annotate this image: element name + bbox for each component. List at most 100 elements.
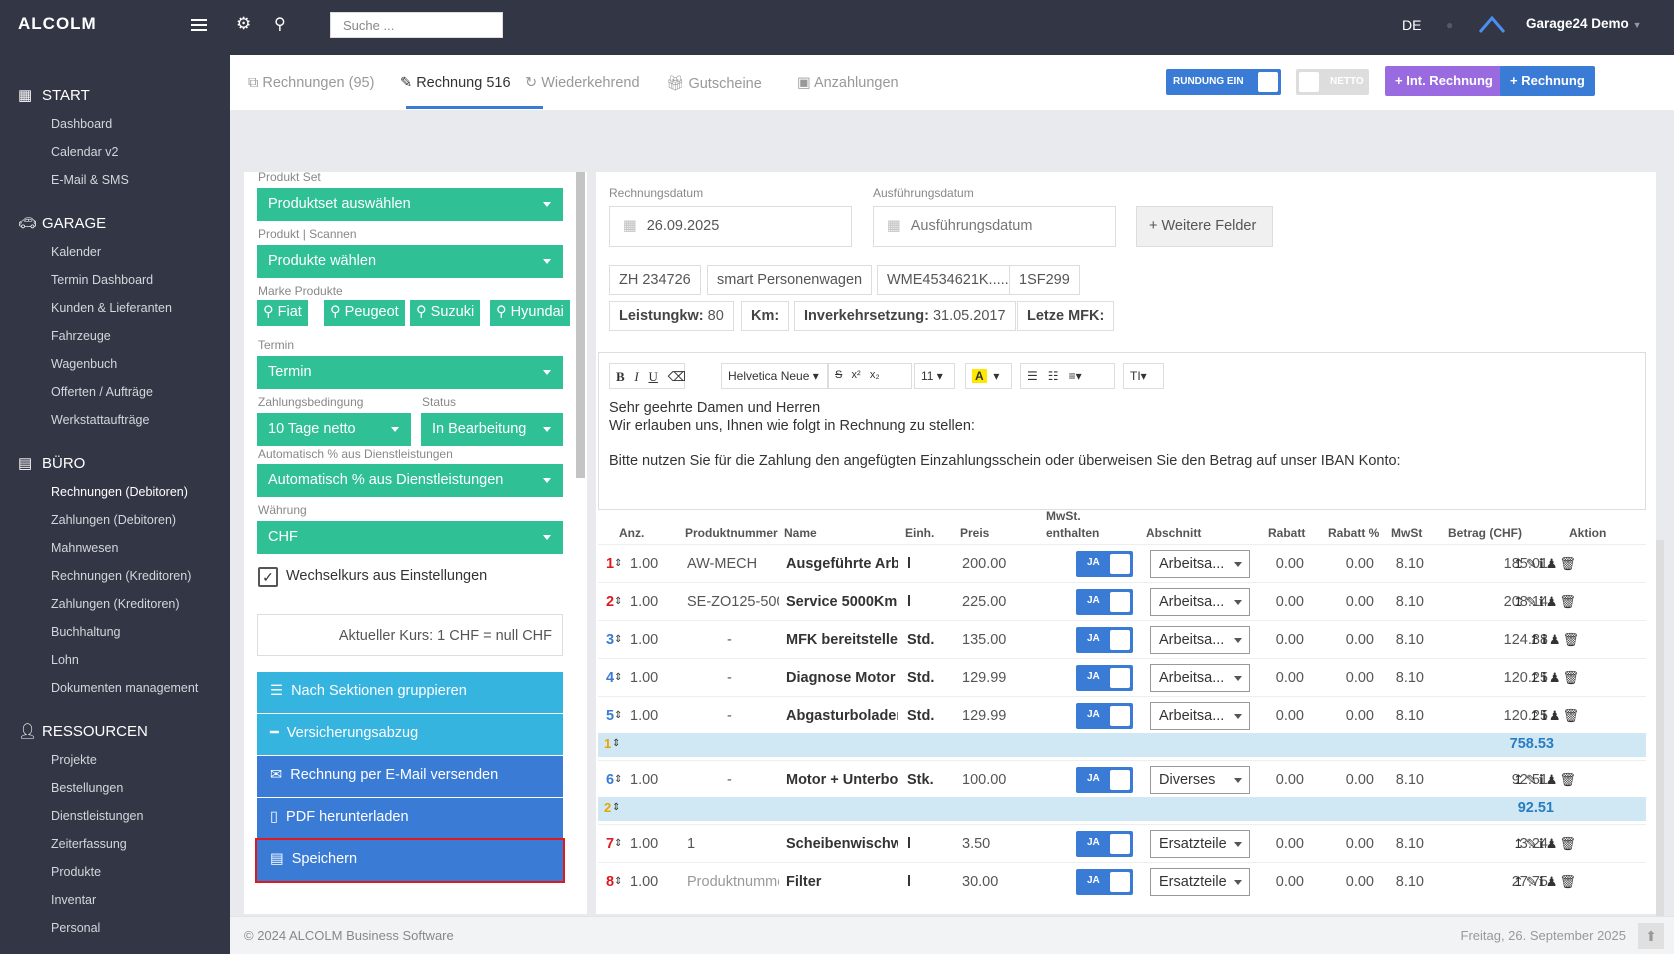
cell-rabatt-prozent[interactable]: 0.00: [1328, 594, 1374, 610]
trash-icon[interactable]: 🗑︎: [1559, 594, 1578, 609]
language-selector[interactable]: DE: [1402, 17, 1421, 33]
numbered-list-icon[interactable]: ☷: [1048, 369, 1059, 383]
left-panel-scrollbar[interactable]: [576, 172, 585, 478]
sidebar-item[interactable]: Rechnungen (Kreditoren): [0, 562, 230, 590]
produkte-select[interactable]: Produkte wählen: [257, 245, 563, 278]
font-size-select[interactable]: 11 ▾: [914, 363, 955, 389]
cell-mwst[interactable]: 8.10: [1374, 670, 1424, 686]
sidebar-item[interactable]: Inventar: [0, 886, 230, 914]
trash-icon[interactable]: 🗑︎: [1559, 874, 1578, 889]
tab-rechnungen[interactable]: ⧉ Rechnungen (95): [248, 75, 374, 91]
user-menu[interactable]: Garage24 Demo ▼: [1526, 16, 1642, 31]
person-icon[interactable]: ♟: [1549, 670, 1563, 685]
cell-anz[interactable]: 1.00: [630, 632, 658, 648]
cell-rabatt-prozent[interactable]: 0.00: [1328, 708, 1374, 724]
versicherungsabzug-button[interactable]: ━ Versicherungsabzug: [257, 714, 563, 755]
cell-name[interactable]: MFK bereitstellen: [786, 632, 898, 648]
cell-anz[interactable]: 1.00: [630, 836, 658, 852]
cell-name[interactable]: Scheibenwischwasser: [786, 836, 898, 852]
align-icon[interactable]: ≡▾: [1069, 369, 1082, 383]
cell-name[interactable]: Filter: [786, 874, 898, 890]
person-icon[interactable]: ♟: [1546, 556, 1560, 571]
sort-handle-icon[interactable]: ⇕: [612, 802, 620, 813]
menu-toggle-icon[interactable]: [191, 19, 207, 34]
person-icon[interactable]: ♟: [1546, 772, 1560, 787]
abschnitt-select[interactable]: Diverses: [1150, 766, 1250, 794]
person-icon[interactable]: ♟: [1546, 874, 1560, 889]
group-sections-button[interactable]: ☰ Nach Sektionen gruppieren: [257, 672, 563, 713]
eraser-icon[interactable]: ⌫: [668, 369, 686, 384]
mwst-enthalten-toggle[interactable]: JA: [1076, 665, 1133, 691]
cell-rabatt[interactable]: 0.00: [1258, 670, 1304, 686]
cell-produktnummer[interactable]: Produktnummer: [687, 874, 779, 890]
sidebar-item[interactable]: Kalender: [0, 238, 230, 266]
sort-handle-icon[interactable]: ⇕: [614, 634, 622, 645]
strikethrough-icon[interactable]: S: [835, 369, 842, 381]
info-icon[interactable]: ℹ: [1539, 594, 1546, 609]
superscript-icon[interactable]: x²: [852, 369, 861, 381]
info-icon[interactable]: ℹ: [1542, 670, 1549, 685]
cell-rabatt-prozent[interactable]: 0.00: [1328, 632, 1374, 648]
cell-anz[interactable]: 1.00: [630, 874, 658, 890]
netto-toggle[interactable]: NETTO: [1296, 69, 1369, 95]
edit-icon[interactable]: ✎: [1526, 874, 1539, 889]
zahlungsbedingung-select[interactable]: 10 Tage netto: [257, 413, 411, 446]
sort-handle-icon[interactable]: ⇕: [614, 876, 622, 887]
edit-icon[interactable]: ✎: [1526, 836, 1539, 851]
sidebar-item[interactable]: Fahrzeuge: [0, 322, 230, 350]
info-icon[interactable]: ℹ: [1539, 836, 1546, 851]
cell-rabatt-prozent[interactable]: 0.00: [1328, 670, 1374, 686]
search-icon[interactable]: ⚲: [274, 14, 286, 34]
cell-name[interactable]: Abgasturbolader: [786, 708, 898, 724]
sidebar-item[interactable]: Buchhaltung: [0, 618, 230, 646]
sidebar-item[interactable]: Projekte: [0, 746, 230, 774]
sidebar-item[interactable]: Dienstleistungen: [0, 802, 230, 830]
auto-select[interactable]: Automatisch % aus Dienstleistungen: [257, 464, 563, 497]
info-icon[interactable]: ℹ: [1539, 874, 1546, 889]
sidebar-item[interactable]: Dashboard: [0, 110, 230, 138]
sidebar-section-büro[interactable]: ▤ BÜRO: [0, 448, 230, 478]
trash-icon[interactable]: 🗑︎: [1563, 670, 1582, 685]
cell-rabatt[interactable]: 0.00: [1258, 874, 1304, 890]
cell-produktnummer[interactable]: AW-MECH: [687, 556, 779, 572]
sidebar-item[interactable]: Dokumenten management: [0, 674, 230, 702]
mwst-enthalten-toggle[interactable]: JA: [1076, 869, 1133, 895]
trash-icon[interactable]: 🗑︎: [1559, 772, 1578, 787]
abschnitt-select[interactable]: Arbeitsa...: [1150, 588, 1250, 616]
edit-icon[interactable]: ✎: [1526, 772, 1539, 787]
cell-rabatt[interactable]: 0.00: [1258, 772, 1304, 788]
person-icon[interactable]: ♟: [1549, 632, 1563, 647]
info-icon[interactable]: ℹ: [1539, 556, 1546, 571]
cell-name[interactable]: Diagnose Motor: [786, 670, 898, 686]
mwst-enthalten-toggle[interactable]: JA: [1076, 831, 1133, 857]
int-rechnung-button[interactable]: + Int. Rechnung: [1385, 66, 1503, 96]
info-icon[interactable]: ℹ: [1539, 772, 1546, 787]
sidebar-item[interactable]: Produkte: [0, 858, 230, 886]
cell-name[interactable]: Motor + Unterboden: [786, 772, 898, 788]
cell-rabatt-prozent[interactable]: 0.00: [1328, 874, 1374, 890]
sidebar-item[interactable]: Zahlungen (Kreditoren): [0, 590, 230, 618]
cell-anz[interactable]: 1.00: [630, 594, 658, 610]
sidebar-item[interactable]: Zeiterfassung: [0, 830, 230, 858]
mwst-enthalten-toggle[interactable]: JA: [1076, 627, 1133, 653]
email-invoice-button[interactable]: ✉ Rechnung per E-Mail versenden: [257, 756, 563, 797]
abschnitt-select[interactable]: Arbeitsa...: [1150, 626, 1250, 654]
cell-preis[interactable]: 129.99: [962, 670, 1006, 686]
weitere-felder-button[interactable]: + Weitere Felder: [1136, 206, 1273, 247]
sort-handle-icon[interactable]: ⇕: [614, 774, 622, 785]
cell-produktnummer[interactable]: 1: [687, 836, 779, 852]
trash-icon[interactable]: 🗑︎: [1563, 708, 1582, 723]
move-up-icon[interactable]: ↥: [1513, 874, 1526, 889]
sidebar-item[interactable]: Rechnungen (Debitoren): [0, 478, 230, 506]
brand-peugeot-button[interactable]: ⚲ Peugeot: [324, 300, 405, 326]
produkt-set-select[interactable]: Produktset auswählen: [257, 188, 563, 221]
sidebar-item[interactable]: Calendar v2: [0, 138, 230, 166]
cell-anz[interactable]: 1.00: [630, 772, 658, 788]
text-editor[interactable]: B I U ⌫ Helvetica Neue ▾ S x² x₂ 11 ▾ A …: [598, 352, 1646, 510]
pdf-download-button[interactable]: ▯ PDF herunterladen: [257, 798, 563, 839]
trash-icon[interactable]: 🗑︎: [1559, 556, 1578, 571]
sidebar-item[interactable]: Personal: [0, 914, 230, 942]
abschnitt-select[interactable]: Ersatzteile: [1150, 830, 1250, 858]
font-family-select[interactable]: Helvetica Neue ▾: [721, 363, 828, 389]
cell-rabatt[interactable]: 0.00: [1258, 708, 1304, 724]
